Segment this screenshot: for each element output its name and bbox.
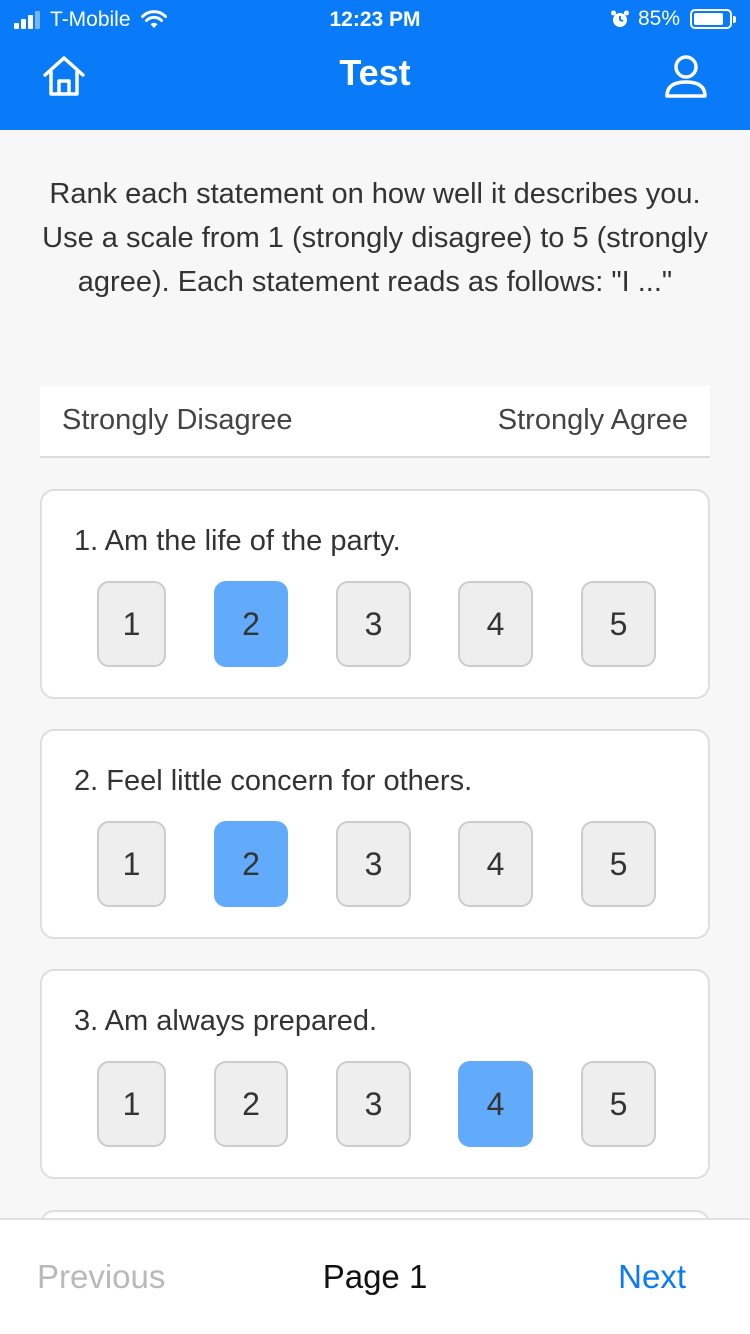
scale-legend: Strongly Disagree Strongly Agree	[40, 386, 710, 458]
question-card: 1. Am the life of the party. 1 2 3 4 5	[40, 489, 710, 699]
rating-option-4[interactable]: 4	[458, 581, 533, 667]
rating-option-4[interactable]: 4	[458, 821, 533, 907]
instructions-text: Rank each statement on how well it descr…	[42, 178, 708, 298]
rating-option-1[interactable]: 1	[97, 1061, 166, 1147]
rating-option-5[interactable]: 5	[581, 821, 656, 907]
rating-option-3[interactable]: 3	[336, 581, 411, 667]
battery-level	[694, 13, 723, 25]
rating-option-5[interactable]: 5	[581, 1061, 656, 1147]
question-text: 3. Am always prepared.	[74, 1005, 378, 1037]
rating-option-1[interactable]: 1	[97, 581, 166, 667]
page-title: Test	[339, 52, 411, 93]
alarm-icon	[610, 10, 629, 27]
rating-option-2[interactable]: 2	[214, 581, 288, 667]
rating-option-5[interactable]: 5	[581, 581, 656, 667]
pagination-footer: Previous Page 1 Next	[0, 1218, 750, 1334]
question-card: 3. Am always prepared. 1 2 3 4 5	[40, 969, 710, 1179]
status-right: 85%	[610, 7, 736, 31]
question-card: 2. Feel little concern for others. 1 2 3…	[40, 729, 710, 939]
question-text: 1. Am the life of the party.	[74, 525, 401, 557]
scale-left-label: Strongly Disagree	[62, 404, 293, 436]
rating-option-4[interactable]: 4	[458, 1061, 533, 1147]
battery-percent: 85%	[637, 7, 680, 30]
user-icon[interactable]	[662, 52, 710, 100]
rating-option-2[interactable]: 2	[214, 821, 288, 907]
rating-option-2[interactable]: 2	[214, 1061, 288, 1147]
scale-right-label: Strongly Agree	[497, 404, 688, 436]
status-bar: T-Mobile 12:23 PM 85%	[0, 0, 750, 40]
question-text: 2. Feel little concern for others.	[74, 765, 473, 797]
app-header: T-Mobile 12:23 PM 85% Test	[0, 0, 750, 130]
rating-option-3[interactable]: 3	[336, 821, 411, 907]
next-button[interactable]: Next	[618, 1258, 686, 1296]
battery-icon	[690, 9, 736, 29]
rating-option-3[interactable]: 3	[336, 1061, 411, 1147]
rating-option-1[interactable]: 1	[97, 821, 166, 907]
